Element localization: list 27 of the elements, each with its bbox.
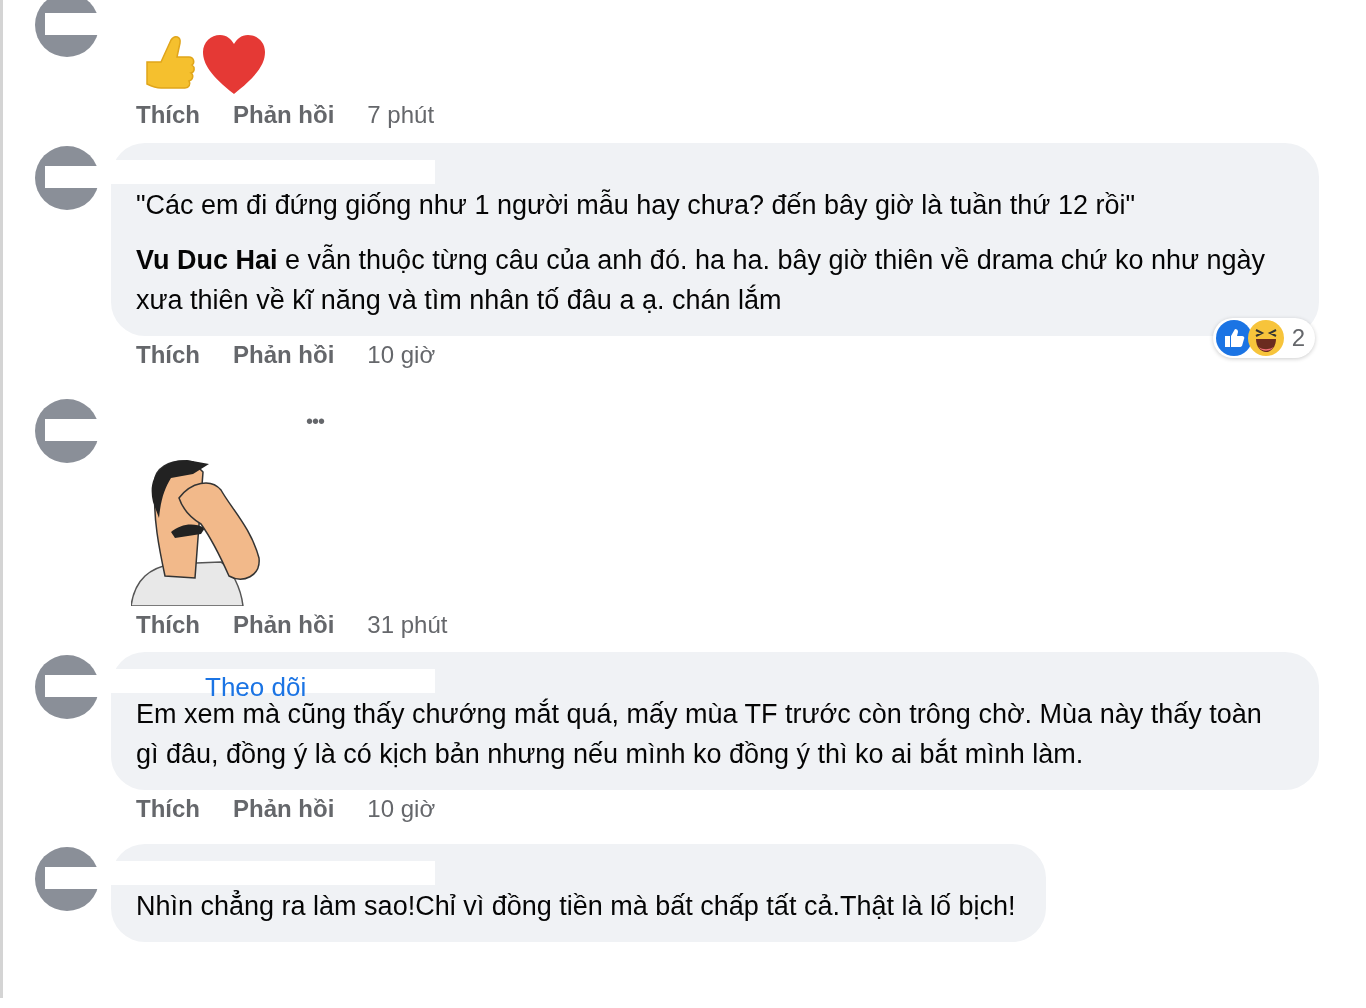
like-button[interactable]: Thích (136, 791, 200, 827)
comment-time: 7 phút (367, 100, 435, 130)
redaction-bar (45, 675, 99, 697)
comment-text: Em xem mà cũng thấy chướng mắt quá, mấy mùa TF trước còn trông chờ. Mùa này thấy toàn gì đâu, đồng ý là có kịch bản nhưng nếu mình ko đồng ý thì ko ai bắt mình làm. (136, 697, 1263, 771)
reaction-count-badge[interactable]: 2 (1212, 318, 1315, 358)
laughing-emoji-icon (1247, 320, 1284, 356)
reply-button[interactable]: Phản hồi (233, 607, 335, 643)
comment-text: Vu Duc Hai e vẫn thuộc từng câu của anh đó. ha ha. bây giờ thiên về drama chứ ko như ngày xưa thiên về kĩ năng và tìm nhân tố đâu a ạ. chán lắm (136, 243, 1267, 317)
redaction-bar (45, 13, 99, 35)
redaction-bar (45, 419, 99, 441)
comment-time: 10 giờ (367, 340, 436, 370)
comment-text: Nhìn chẳng ra làm sao!Chỉ vì đồng tiền mà bất chấp tất cả.Thật là lố bịch! (136, 889, 1016, 923)
like-reaction-icon (1215, 320, 1252, 356)
like-button[interactable]: Thích (136, 97, 200, 133)
more-button[interactable]: ••• (306, 411, 324, 431)
like-button[interactable]: Thích (136, 337, 200, 373)
reply-button[interactable]: Phản hồi (233, 791, 335, 827)
reply-button[interactable]: Phản hồi (233, 337, 335, 373)
comment-text: "Các em đi đứng giống như 1 người mẫu hay chưa? đến bây giờ là tuần thứ 12 rồi" (136, 188, 1137, 222)
reaction-count: 2 (1291, 323, 1305, 353)
like-button[interactable]: Thích (136, 607, 200, 643)
redaction-bar (45, 867, 99, 889)
heart-icon (201, 34, 267, 96)
redaction-bar (45, 166, 99, 188)
comment-time: 31 phút (367, 610, 448, 640)
reply-button[interactable]: Phản hồi (233, 97, 335, 133)
comment-time: 10 giờ (367, 794, 436, 824)
